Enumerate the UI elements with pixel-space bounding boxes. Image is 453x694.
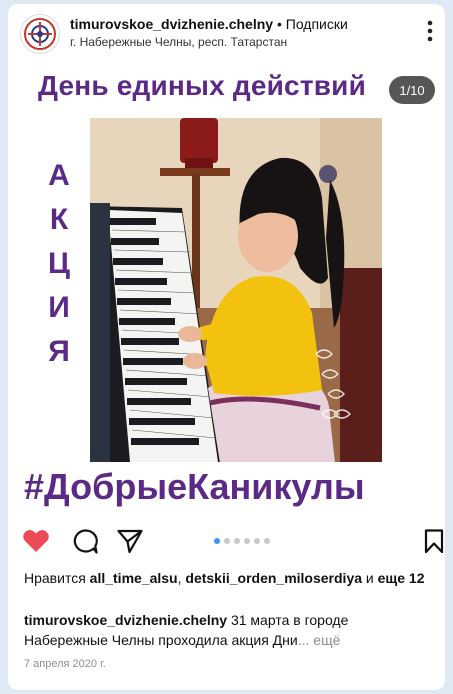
liker-link[interactable]: detskii_orden_miloserdiya: [185, 570, 362, 586]
caption-more-link[interactable]: ещё: [313, 632, 340, 648]
follow-status[interactable]: Подписки: [286, 16, 348, 32]
caption-username[interactable]: timurovskoe_dvizhenie.chelny: [24, 612, 227, 628]
likes-more-link[interactable]: еще 12: [378, 570, 425, 586]
post-location[interactable]: г. Набережные Челны, респ. Татарстан: [70, 35, 287, 49]
author-username[interactable]: timurovskoe_dvizhenie.chelny: [70, 16, 273, 32]
likes-summary: Нравится all_time_alsu, detskii_orden_mi…: [24, 570, 436, 587]
vertical-letter: Ц: [48, 247, 70, 280]
vertical-text: А К Ц И Я: [42, 154, 76, 374]
likes-prefix: Нравится: [24, 570, 90, 586]
carousel-counter: 1/10: [389, 76, 435, 104]
post-headline: День единых действий: [38, 70, 366, 101]
carousel-dot[interactable]: [214, 538, 220, 544]
avatar[interactable]: [20, 14, 60, 54]
vertical-letter: К: [49, 203, 69, 236]
vertical-letter: И: [48, 291, 70, 324]
separator: •: [273, 16, 286, 32]
carousel-dots: [214, 538, 270, 544]
vertical-letter: А: [48, 159, 70, 192]
post-hashtag: #ДобрыеКаникулы: [24, 466, 365, 507]
heart-icon[interactable]: [22, 528, 50, 554]
carousel-dot[interactable]: [224, 538, 230, 544]
action-bar: [8, 518, 445, 562]
post-caption: timurovskoe_dvizhenie.chelny 31 марта в …: [24, 610, 436, 650]
likes-and: и: [362, 570, 378, 586]
vertical-letter: Я: [48, 335, 70, 368]
comment-icon[interactable]: [71, 528, 99, 554]
more-vertical-icon[interactable]: [427, 20, 433, 42]
carousel-dot[interactable]: [244, 538, 250, 544]
logo-icon: [24, 18, 56, 50]
carousel-dot[interactable]: [254, 538, 260, 544]
carousel-dot[interactable]: [234, 538, 240, 544]
caption-ellipsis: ...: [297, 632, 314, 648]
bookmark-icon[interactable]: [420, 528, 445, 554]
liker-link[interactable]: all_time_alsu: [90, 570, 178, 586]
post-header: timurovskoe_dvizhenie.chelny • Подписки …: [8, 4, 445, 62]
post-media[interactable]: День единых действий 1/10 А К Ц И Я #Доб…: [8, 62, 445, 518]
carousel-dot[interactable]: [264, 538, 270, 544]
send-icon[interactable]: [116, 528, 144, 554]
post-author: timurovskoe_dvizhenie.chelny • Подписки: [70, 16, 348, 32]
post-date: 7 апреля 2020 г.: [24, 658, 106, 670]
post-photo: [90, 118, 382, 462]
instagram-post-card: timurovskoe_dvizhenie.chelny • Подписки …: [8, 4, 445, 690]
